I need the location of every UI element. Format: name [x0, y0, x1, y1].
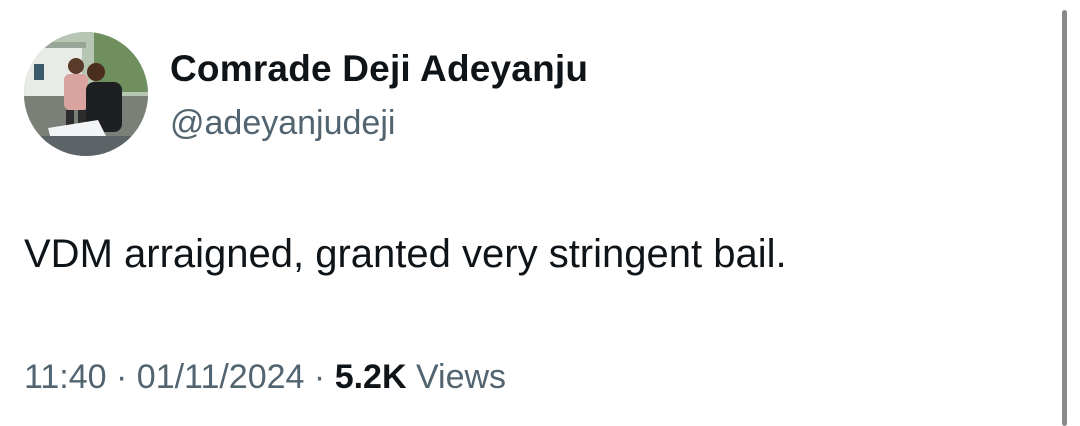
- views-count[interactable]: 5.2K: [335, 358, 407, 396]
- tweet-text: VDM arraigned, granted very stringent ba…: [24, 232, 787, 276]
- scrollbar[interactable]: [1062, 10, 1067, 426]
- tweet-meta: 11:40 · 01/11/2024 · 5.2K Views: [24, 358, 506, 397]
- views-label[interactable]: Views: [416, 358, 506, 396]
- author-handle[interactable]: @adeyanjudeji: [170, 104, 395, 143]
- tweet-card: Comrade Deji Adeyanju @adeyanjudeji VDM …: [0, 0, 1080, 426]
- meta-separator: ·: [313, 358, 326, 396]
- author-display-name[interactable]: Comrade Deji Adeyanju: [170, 48, 588, 90]
- avatar-photo-icon: [24, 32, 148, 156]
- tweet-date[interactable]: 01/11/2024: [137, 358, 305, 396]
- meta-separator: ·: [116, 358, 128, 396]
- tweet-time[interactable]: 11:40: [24, 358, 107, 396]
- author-avatar[interactable]: [24, 32, 148, 156]
